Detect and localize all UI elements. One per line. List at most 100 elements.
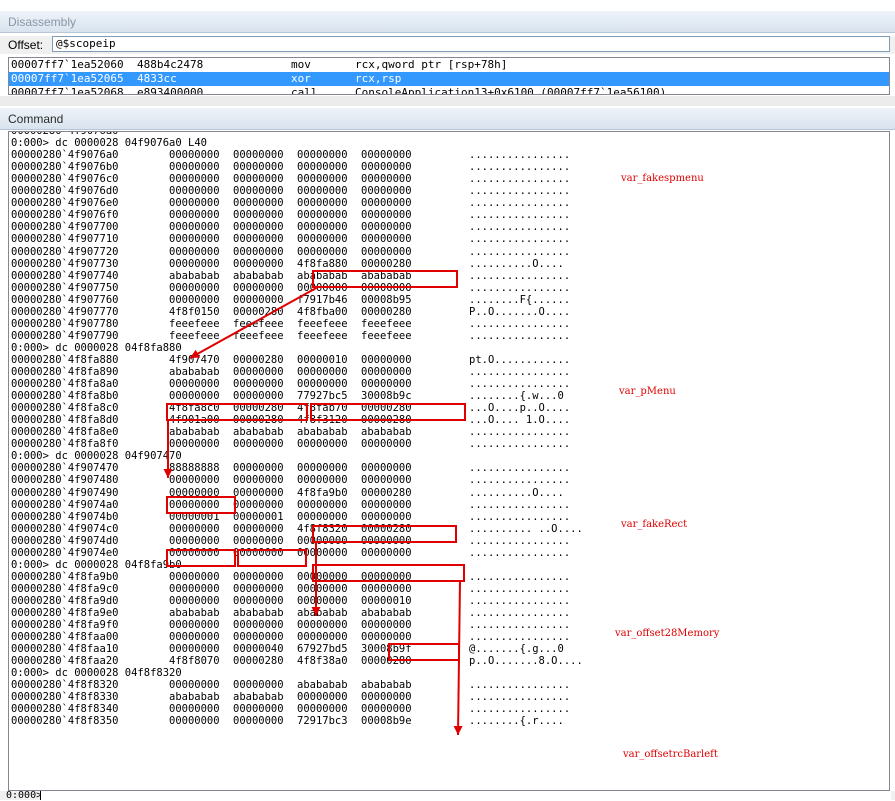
memory-dword: 00000000	[169, 619, 220, 632]
memory-dword: 00000000	[233, 486, 284, 499]
memory-dword: 00000000	[233, 185, 284, 198]
memory-dword: 00000000	[361, 691, 412, 704]
memory-dword: 4f8f3120	[297, 414, 348, 427]
memory-dword: 00000000	[233, 570, 284, 583]
memory-dword: 4f8f38a0	[297, 655, 348, 668]
memory-dword: 00000000	[361, 245, 412, 258]
memory-ascii: ................	[469, 185, 571, 198]
memory-ascii: ................	[469, 619, 571, 632]
memory-ascii: ................	[469, 378, 571, 391]
memory-ascii: ................	[469, 510, 571, 523]
memory-dword: 00000001	[169, 510, 220, 523]
memory-dword: 00000000	[169, 233, 220, 246]
memory-dword: 00000000	[361, 546, 412, 559]
memory-ascii: P..O.......O....	[469, 305, 571, 318]
memory-address: 00000280`4f8f8320	[11, 679, 119, 692]
annotation-label: var_fakeRect	[621, 519, 688, 530]
annotation-label: var_offsetrcBarleft	[623, 749, 718, 760]
memory-dword: 30008b9f	[361, 643, 412, 656]
memory-dword: 00000000	[233, 257, 284, 270]
memory-dword: 00000000	[169, 679, 220, 692]
memory-dword: 00000000	[169, 293, 220, 306]
memory-ascii: ................	[469, 269, 571, 282]
disassembly-line[interactable]: 00007ff7`1ea52068 e893400000 call ConsoleAp…	[9, 86, 889, 95]
memory-dword: 00000000	[297, 691, 348, 704]
memory-dword: 00000000	[361, 474, 412, 487]
memory-dword: 00000000	[233, 522, 284, 535]
memory-dword: 00000000	[233, 149, 284, 162]
memory-dword: 00000000	[297, 221, 348, 234]
memory-ascii: ...O....p..O....	[469, 402, 571, 415]
memory-dword: 00000000	[233, 245, 284, 258]
memory-dword: 00000000	[169, 161, 220, 174]
memory-dword: 00000000	[233, 679, 284, 692]
memory-dword: 00000280	[233, 305, 284, 318]
command-echo: 0:000> dc 0000028 04f907470	[11, 450, 182, 463]
memory-dword: 00000000	[297, 594, 348, 607]
memory-address: 00000280`4f8fa8f0	[11, 438, 119, 451]
memory-dword: 00000000	[297, 534, 348, 547]
memory-ascii: ................	[469, 462, 571, 475]
command-input[interactable]	[40, 791, 891, 800]
disassembly-args: rcx,qword ptr [rsp+78h]	[355, 58, 508, 71]
memory-dword: 00000000	[297, 185, 348, 198]
memory-dword: 00000000	[297, 149, 348, 162]
memory-ascii: ........F{......	[469, 293, 571, 306]
memory-dword: 00000000	[297, 197, 348, 210]
memory-dword: abababab	[233, 426, 284, 439]
memory-address: 00000280`4f8f8330	[11, 691, 119, 704]
memory-dword: 00000000	[297, 631, 348, 644]
memory-dword: 00000000	[361, 534, 412, 547]
disassembly-line[interactable]: 00007ff7`1ea52065 4833cc xor rcx,rsp	[9, 72, 889, 86]
memory-dword: 00000000	[361, 703, 412, 716]
memory-dword: 00000000	[233, 534, 284, 547]
memory-address: 00000280`4f907730	[11, 257, 119, 270]
memory-address: 00000280`4f907490	[11, 486, 119, 499]
memory-dword: 00000280	[233, 414, 284, 427]
memory-address: 00000280`4f8faa20	[11, 655, 119, 668]
memory-dword: 00000000	[233, 281, 284, 294]
annotation-label: var_fakespmenu	[621, 173, 704, 184]
memory-ascii: ................	[469, 281, 571, 294]
pane-splitter[interactable]	[0, 96, 895, 106]
memory-dword: feeefeee	[361, 329, 412, 342]
offset-input[interactable]: @$scopeip	[52, 36, 890, 52]
memory-dword: abababab	[233, 269, 284, 282]
memory-ascii: ................	[469, 703, 571, 716]
memory-dword: 00000000	[169, 173, 220, 186]
command-output[interactable]: 00000280`4f9076a0 0:000> dc 0000028 04f90…	[8, 131, 890, 791]
memory-ascii: ..........O....	[469, 257, 564, 270]
disassembly-listing[interactable]: 00007ff7`1ea52060 488b4c2478 mov rcx,qword …	[8, 57, 890, 95]
memory-dword: 00000000	[169, 546, 220, 559]
memory-dword: 67927bd5	[297, 643, 348, 656]
offset-label: Offset:	[8, 38, 44, 52]
memory-dword: abababab	[169, 426, 220, 439]
memory-address: 00000280`4f9076e0	[11, 197, 119, 210]
memory-dword: abababab	[233, 607, 284, 619]
memory-dword: 4f8fba00	[297, 305, 348, 318]
disassembly-line[interactable]: 00007ff7`1ea52060 488b4c2478 mov rcx,qword …	[9, 58, 889, 72]
memory-dword: 00000000	[169, 245, 220, 258]
memory-address: 00000280`4f8faa10	[11, 643, 119, 656]
memory-dword: 00000000	[297, 281, 348, 294]
memory-dword: abababab	[169, 366, 220, 378]
memory-dword: 00000000	[169, 197, 220, 210]
memory-dword: abababab	[169, 269, 220, 282]
disassembly-op: mov	[291, 58, 311, 71]
memory-ascii: ................	[469, 546, 571, 559]
memory-dword: 77927bc5	[297, 390, 348, 403]
memory-address: 00000280`4f8fa9e0	[11, 607, 119, 619]
command-echo: 0:000> dc 0000028 04f8f8320	[11, 667, 182, 680]
memory-dword: 00000000	[297, 161, 348, 174]
command-prompt-bar: 0:000>	[0, 791, 895, 801]
memory-dword: 00000280	[361, 655, 412, 668]
memory-dword: 00000000	[361, 353, 412, 366]
memory-dword: 00000000	[361, 197, 412, 210]
memory-dword: abababab	[233, 691, 284, 704]
memory-dword: 00000000	[233, 462, 284, 475]
memory-dword: 00000000	[169, 703, 220, 716]
memory-dword: 4f907470	[169, 353, 220, 366]
memory-dword: 00000000	[361, 173, 412, 186]
memory-dword: 00000000	[233, 209, 284, 222]
disassembly-args: ConsoleApplication13+0x6100 (00007ff7`1e…	[355, 86, 667, 95]
